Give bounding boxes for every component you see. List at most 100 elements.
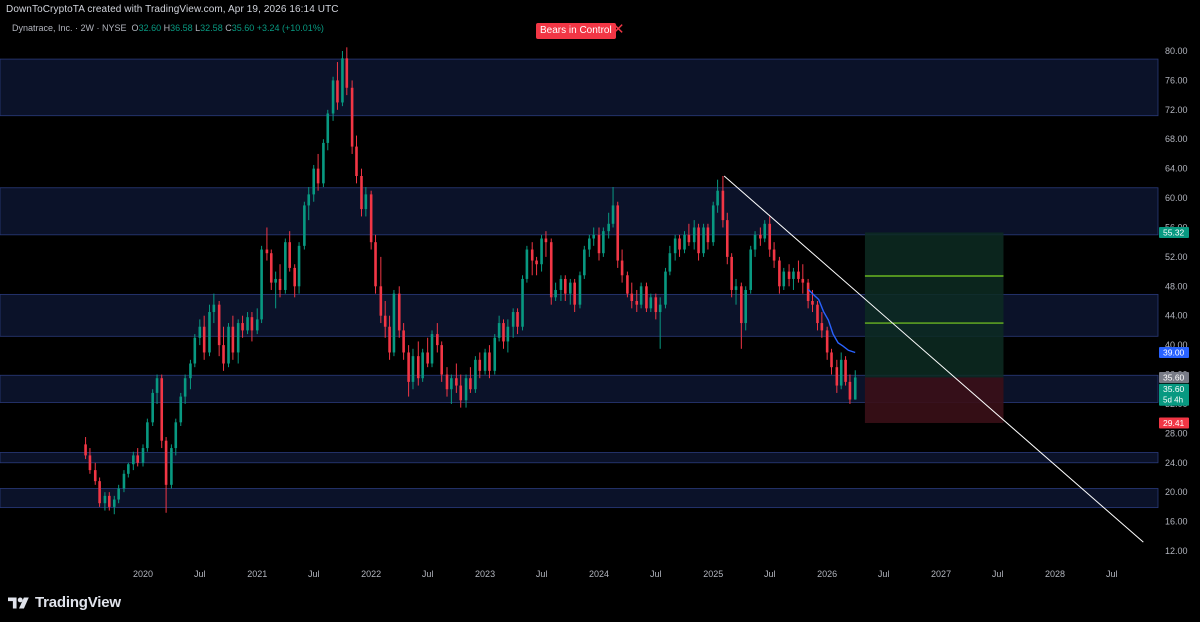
price-label-2: 35.60 (1163, 372, 1185, 382)
candle-body (525, 249, 529, 279)
candle-body (853, 377, 857, 400)
y-tick-label: 72.00 (1165, 105, 1188, 115)
candle-body (592, 234, 595, 239)
candle-body (136, 455, 139, 463)
candle-body (668, 253, 672, 272)
candle-body (568, 282, 572, 294)
candle-body (502, 323, 505, 342)
candle-body (825, 330, 829, 353)
x-tick-label: Jul (650, 569, 662, 579)
x-tick-label: 2020 (133, 569, 153, 579)
candle-body (455, 378, 458, 386)
sr-zone-4 (0, 452, 1159, 464)
candle-body (350, 87, 354, 147)
candle-body (830, 352, 833, 368)
candle-body (744, 289, 747, 324)
candle-body (307, 194, 311, 206)
candle-body (559, 278, 563, 290)
candle-body (88, 455, 92, 471)
close-icon[interactable]: ✕ (612, 21, 625, 39)
candle-body (697, 227, 700, 254)
y-tick-label: 12.00 (1165, 546, 1188, 556)
y-tick-label: 80.00 (1165, 46, 1188, 56)
y-tick-label: 64.00 (1165, 164, 1188, 174)
y-tick-label: 60.00 (1165, 193, 1188, 203)
candle-body (297, 245, 301, 287)
high-value: 36.58 (170, 23, 193, 33)
candle-body (721, 190, 725, 221)
change-value: +3.24 (+10.01%) (256, 23, 324, 33)
candle-body (583, 249, 586, 276)
candle-body (107, 495, 111, 507)
candle-body (630, 293, 634, 301)
profit-zone[interactable] (864, 232, 1004, 378)
candle-body (497, 323, 501, 338)
x-tick-label: Jul (308, 569, 320, 579)
y-tick-label: 16.00 (1165, 517, 1188, 527)
candle-body (493, 337, 497, 371)
candle-body (540, 238, 543, 265)
candle-body (379, 286, 383, 316)
candle-body (345, 58, 349, 88)
tradingview-logo-icon (8, 597, 29, 608)
loss-zone[interactable] (864, 377, 1004, 423)
y-tick-label: 24.00 (1165, 458, 1188, 468)
candle-body (416, 356, 420, 379)
candle-body (336, 80, 339, 103)
candle-body (360, 176, 363, 210)
candle-body (132, 455, 135, 465)
candle-body (170, 448, 173, 485)
x-tick-label: Jul (878, 569, 890, 579)
candle-body (341, 58, 344, 103)
candle-body (174, 422, 178, 449)
x-tick-label: 2021 (247, 569, 267, 579)
candle-body (740, 286, 743, 324)
candle-body (450, 378, 453, 390)
candle-body (312, 168, 316, 195)
y-tick-label: 20.00 (1165, 487, 1188, 497)
candle-body (573, 282, 576, 305)
candle-body (535, 260, 538, 265)
candle-body (407, 352, 410, 382)
x-tick-label: 2028 (1045, 569, 1065, 579)
candle-body (530, 249, 534, 261)
candle-body (193, 337, 197, 364)
candle-body (122, 473, 126, 489)
x-tick-label: 2023 (475, 569, 495, 579)
y-tick-label: 44.00 (1165, 311, 1188, 321)
candle-body (364, 194, 368, 210)
candle-body (189, 363, 192, 379)
price-label-3: 35.60 (1163, 384, 1185, 394)
sr-zone-5 (0, 488, 1159, 509)
symbol-legend[interactable]: Dynatrace, Inc. · 2W · NYSE O32.60 H36.5… (12, 23, 324, 33)
candle-body (93, 470, 97, 482)
candle-body (683, 234, 686, 250)
open-value: 32.60 (138, 23, 162, 33)
candle-body (265, 249, 269, 254)
candle-body (436, 334, 439, 346)
candle-body (816, 304, 819, 324)
price-chart[interactable]: 12.0016.0020.0024.0028.0032.0036.0040.00… (0, 0, 1200, 586)
candle-body (331, 80, 335, 114)
candle-body (753, 234, 757, 250)
candle-body (678, 238, 681, 250)
candle-body (658, 304, 662, 313)
x-tick-label: 2026 (817, 569, 837, 579)
candle-body (702, 227, 705, 254)
candle-body (260, 249, 263, 320)
candle-body (202, 326, 206, 353)
tradingview-brand[interactable]: TradingView (8, 594, 121, 611)
candle-body (607, 223, 610, 232)
x-tick-label: Jul (536, 569, 548, 579)
candle-body (217, 304, 221, 346)
candle-body (288, 242, 291, 268)
candle-body (250, 317, 254, 331)
candle-body (469, 378, 472, 390)
x-tick-label: Jul (992, 569, 1004, 579)
candle-body (768, 223, 772, 250)
candle-body (474, 359, 477, 390)
candle-body (711, 205, 715, 243)
candle-body (787, 271, 791, 279)
candle-body (549, 242, 553, 298)
countdown-label: 5d 4h (1163, 396, 1183, 405)
